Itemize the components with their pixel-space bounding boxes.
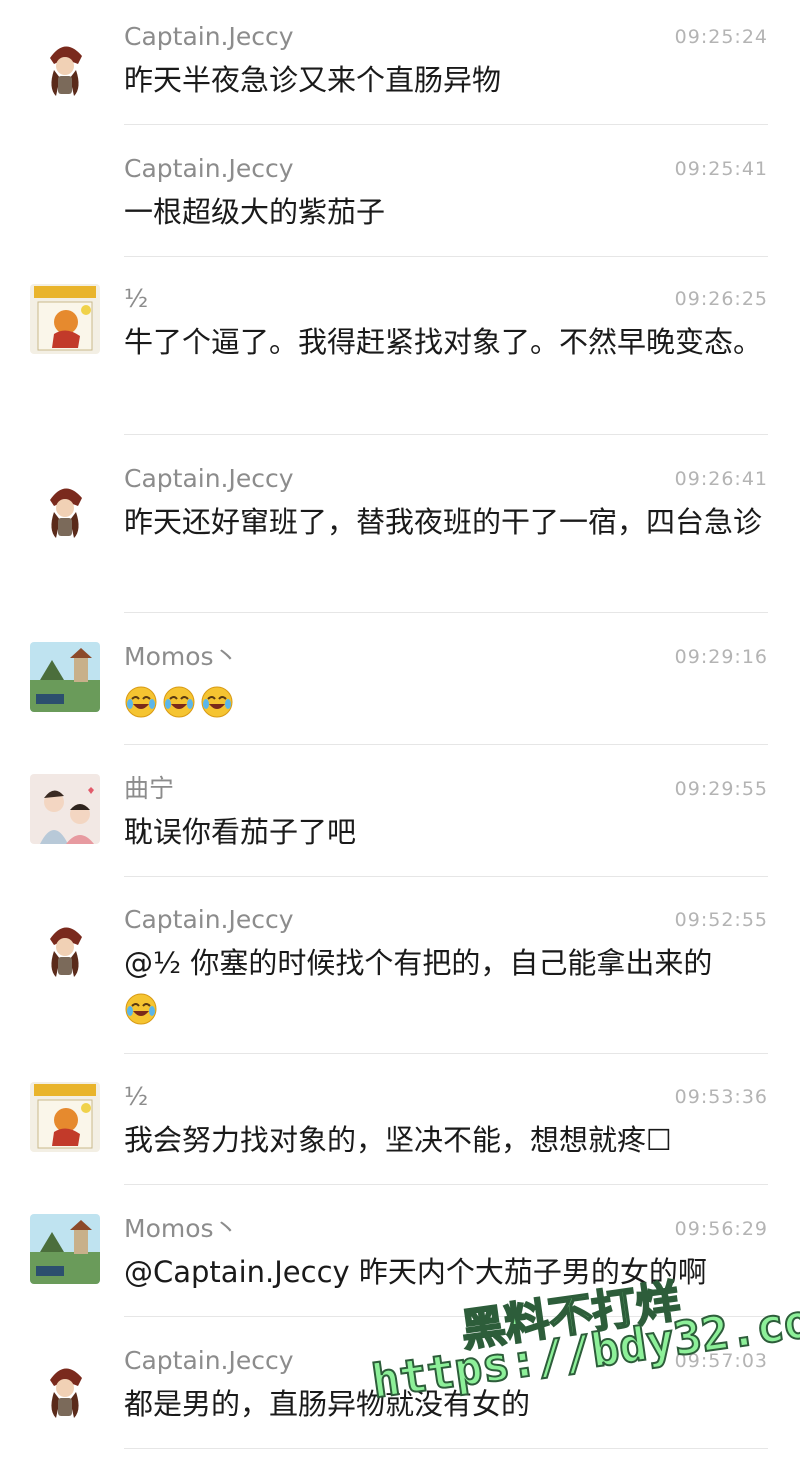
comic-avatar[interactable] — [30, 1082, 100, 1152]
divider — [124, 1053, 768, 1054]
sender-name: Momos丶 — [124, 1214, 239, 1243]
message-timestamp: 09:26:41 — [674, 468, 768, 490]
sender-name: Captain.Jeccy — [124, 905, 294, 934]
message-timestamp: 09:25:24 — [674, 26, 768, 48]
pirate-avatar[interactable] — [30, 911, 100, 981]
message-text: 牛了个逼了。我得赶紧找对象了。不然早晚变态。 — [124, 325, 763, 359]
sender-name: Captain.Jeccy — [124, 154, 294, 183]
message-timestamp: 09:56:29 — [674, 1218, 768, 1240]
message-text-body: @½ 你塞的时候找个有把的，自己能拿出来的 — [124, 946, 713, 980]
divider — [124, 1448, 768, 1449]
divider — [124, 434, 768, 435]
message-timestamp: 09:29:55 — [674, 778, 768, 800]
sender-name: Captain.Jeccy — [124, 464, 294, 493]
sender-name: Captain.Jeccy — [124, 22, 294, 51]
sender-name: ½ — [124, 284, 149, 313]
divider — [124, 124, 768, 125]
divider — [124, 612, 768, 613]
sender-name: Captain.Jeccy — [124, 1346, 294, 1375]
message-timestamp: 09:52:55 — [674, 909, 768, 931]
divider — [124, 744, 768, 745]
pirate-avatar[interactable] — [30, 1352, 100, 1422]
message-timestamp: 09:29:16 — [674, 646, 768, 668]
crying-laughing-emoji — [201, 686, 233, 718]
couple-avatar[interactable] — [30, 774, 100, 844]
crying-laughing-emoji — [163, 686, 195, 718]
message-text: 都是男的，直肠异物就没有女的 — [124, 1387, 531, 1421]
message-text: @Captain.Jeccy 昨天内个大茄子男的女的啊 — [124, 1255, 707, 1289]
message-text — [124, 678, 764, 722]
pirate-avatar[interactable] — [30, 472, 100, 542]
comic-avatar[interactable] — [30, 284, 100, 354]
message-text: 耽误你看茄子了吧 — [124, 815, 357, 849]
pirate-avatar[interactable] — [30, 30, 100, 100]
crying-laughing-emoji — [125, 993, 157, 1025]
crying-laughing-emoji — [125, 686, 157, 718]
landscape-avatar[interactable] — [30, 642, 100, 712]
message-text: 昨天半夜急诊又来个直肠异物 — [124, 63, 502, 97]
divider — [124, 1184, 768, 1185]
message-timestamp: 09:57:03 — [674, 1350, 768, 1372]
message-text: 我会努力找对象的，坚决不能，想想就疼☐ — [124, 1123, 672, 1157]
message-text: 一根超级大的紫茄子 — [124, 195, 386, 229]
sender-name: 曲宁 — [124, 774, 175, 803]
divider — [124, 1316, 768, 1317]
sender-name: ½ — [124, 1082, 149, 1111]
sender-name: Momos丶 — [124, 642, 239, 671]
message-timestamp: 09:53:36 — [674, 1086, 768, 1108]
divider — [124, 256, 768, 257]
message-text: @½ 你塞的时候找个有把的，自己能拿出来的 — [124, 941, 764, 1029]
landscape-avatar[interactable] — [30, 1214, 100, 1284]
message-timestamp: 09:26:25 — [674, 288, 768, 310]
message-timestamp: 09:25:41 — [674, 158, 768, 180]
message-text: 昨天还好窜班了，替我夜班的干了一宿，四台急诊 — [124, 505, 763, 539]
divider — [124, 876, 768, 877]
